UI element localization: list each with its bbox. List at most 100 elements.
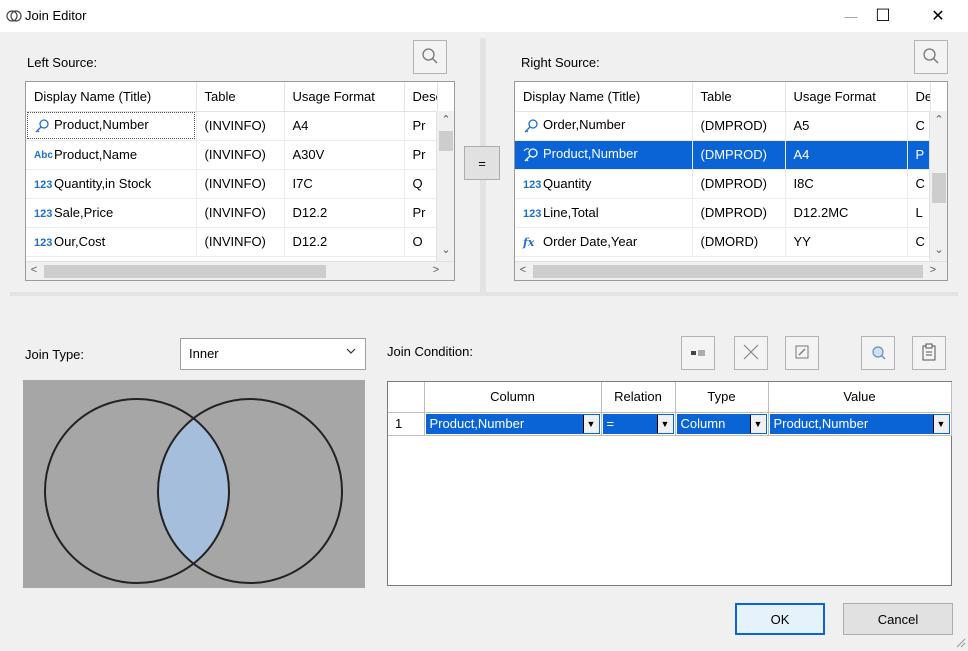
table-row-selected[interactable]: Product,Number (DMPROD) A4 P: [515, 140, 931, 170]
table-row[interactable]: 123 Quantity,in Stock (INVINFO) I7C Q: [26, 169, 438, 199]
dropdown-arrow-icon[interactable]: ▼: [932, 414, 949, 433]
left-search-button[interactable]: [413, 40, 447, 74]
panel-splitter-horizontal[interactable]: [10, 292, 958, 296]
vertical-scrollbar[interactable]: ⌃ ⌄: [929, 111, 947, 261]
field-name: Product,Number: [54, 117, 149, 133]
clipboard-icon: [921, 343, 937, 364]
scroll-left-arrow[interactable]: <: [28, 264, 40, 276]
table-row[interactable]: 123 Line,Total (DMPROD) D12.2MC L: [515, 198, 931, 228]
scroll-down-arrow[interactable]: ⌄: [437, 243, 454, 256]
join-type-select[interactable]: Inner: [180, 338, 366, 370]
cancel-button[interactable]: Cancel: [843, 603, 953, 635]
field-desc: C: [907, 227, 931, 257]
scroll-thumb[interactable]: [44, 265, 326, 278]
field-format: D12.2: [284, 198, 405, 228]
column-header[interactable]: Value: [768, 382, 952, 413]
field-format: D12.2MC: [785, 198, 908, 228]
delete-condition-button[interactable]: [734, 336, 768, 370]
column-header[interactable]: Desc: [907, 82, 931, 112]
vertical-scrollbar[interactable]: ⌃ ⌄: [436, 111, 454, 261]
left-source-label: Left Source:: [27, 55, 98, 70]
right-source-label: Right Source:: [521, 55, 600, 70]
field-name: Quantity,in Stock: [54, 176, 152, 191]
right-search-button[interactable]: [914, 40, 948, 74]
dropdown-arrow-icon[interactable]: ▼: [656, 414, 673, 433]
scroll-thumb[interactable]: [533, 265, 923, 278]
scroll-thumb[interactable]: [932, 173, 946, 203]
left-source-grid[interactable]: Display Name (Title) Table Usage Format …: [25, 81, 455, 281]
field-desc: L: [907, 198, 931, 228]
scroll-up-arrow[interactable]: ⌃: [930, 113, 947, 126]
edit-condition-button[interactable]: [785, 336, 819, 370]
field-table: (DMORD): [692, 227, 786, 257]
scroll-thumb[interactable]: [439, 131, 453, 151]
ok-button[interactable]: OK: [735, 603, 825, 635]
scroll-right-arrow[interactable]: >: [927, 264, 939, 276]
field-format: A4: [284, 111, 405, 141]
lookup-icon: [869, 343, 887, 364]
column-header[interactable]: Type: [675, 382, 769, 413]
column-header[interactable]: Descr: [404, 82, 438, 112]
field-format: YY: [785, 227, 908, 257]
combo-value: Column: [680, 415, 726, 431]
scroll-down-arrow[interactable]: ⌄: [930, 243, 947, 256]
add-condition-button[interactable]: [681, 336, 715, 370]
join-condition-grid[interactable]: Column Relation Type Value 1 Product,Num…: [387, 381, 952, 586]
horizontal-scrollbar[interactable]: < >: [26, 261, 454, 280]
field-table: (INVINFO): [196, 198, 285, 228]
column-header[interactable]: Relation: [601, 382, 676, 413]
table-row[interactable]: Order,Number (DMPROD) A5 C: [515, 111, 931, 141]
column-header[interactable]: Column: [424, 382, 602, 413]
dropdown-arrow-icon[interactable]: ▼: [749, 414, 766, 433]
field-desc: Pr: [404, 198, 438, 228]
table-row[interactable]: AbcProduct,Name (INVINFO) A30V Pr: [26, 140, 438, 170]
table-row[interactable]: 123 Quantity (DMPROD) I8C C: [515, 169, 931, 199]
join-app-icon: [6, 9, 22, 23]
clipboard-button[interactable]: [912, 336, 946, 370]
resize-grip-icon[interactable]: [954, 636, 966, 648]
column-header[interactable]: Usage Format: [284, 82, 405, 112]
field-format: A4: [785, 140, 908, 170]
condition-column-combo[interactable]: Product,Number ▼: [425, 413, 600, 434]
table-row[interactable]: 123 Sale,Price (INVINFO) D12.2 Pr: [26, 198, 438, 228]
condition-type-combo[interactable]: Column ▼: [676, 413, 767, 434]
table-row[interactable]: 123 Our,Cost (INVINFO) D12.2 O: [26, 227, 438, 257]
field-name: Order Date,Year: [543, 233, 638, 249]
add-join-condition-button[interactable]: =: [464, 146, 500, 180]
field-format: A30V: [284, 140, 405, 170]
field-desc: C: [907, 169, 931, 199]
field-table: (DMPROD): [692, 169, 786, 199]
condition-row[interactable]: 1 Product,Number ▼ = ▼ Column ▼ Product,Num…: [388, 412, 952, 436]
field-desc: O: [404, 227, 438, 257]
scroll-up-arrow[interactable]: ⌃: [437, 113, 454, 126]
field-desc: Q: [404, 169, 438, 199]
combo-value: Product,Number: [773, 415, 869, 431]
column-header[interactable]: Display Name (Title): [26, 82, 197, 112]
join-type-value: Inner: [189, 346, 219, 361]
column-header[interactable]: Usage Format: [785, 82, 908, 112]
table-row[interactable]: fx Order Date,Year (DMORD) YY C: [515, 227, 931, 257]
column-header[interactable]: Display Name (Title): [515, 82, 693, 112]
dropdown-arrow-icon[interactable]: ▼: [582, 414, 599, 433]
right-source-grid[interactable]: Display Name (Title) Table Usage Format …: [514, 81, 948, 281]
table-row[interactable]: Product,Number (INVINFO) A4 Pr: [26, 111, 438, 141]
edit-icon: [794, 344, 810, 363]
horizontal-scrollbar[interactable]: < >: [515, 261, 947, 280]
delete-icon: [742, 343, 760, 364]
field-name: Sale,Price: [54, 205, 114, 220]
join-type-venn-diagram: [23, 380, 365, 588]
maximize-button[interactable]: ☐: [860, 0, 906, 32]
column-header[interactable]: Table: [692, 82, 786, 112]
column-header[interactable]: Table: [196, 82, 285, 112]
field-name: Our,Cost: [54, 234, 106, 249]
scroll-left-arrow[interactable]: <: [517, 264, 529, 276]
close-button[interactable]: ✕: [915, 0, 961, 32]
condition-value-combo[interactable]: Product,Number ▼: [769, 413, 950, 434]
title-bar: [0, 0, 968, 32]
field-format: I7C: [284, 169, 405, 199]
numeric-icon: 123: [34, 236, 53, 249]
numeric-icon: 123: [523, 178, 542, 191]
scroll-right-arrow[interactable]: >: [430, 264, 442, 276]
condition-relation-combo[interactable]: = ▼: [602, 413, 674, 434]
lookup-button[interactable]: [861, 336, 895, 370]
